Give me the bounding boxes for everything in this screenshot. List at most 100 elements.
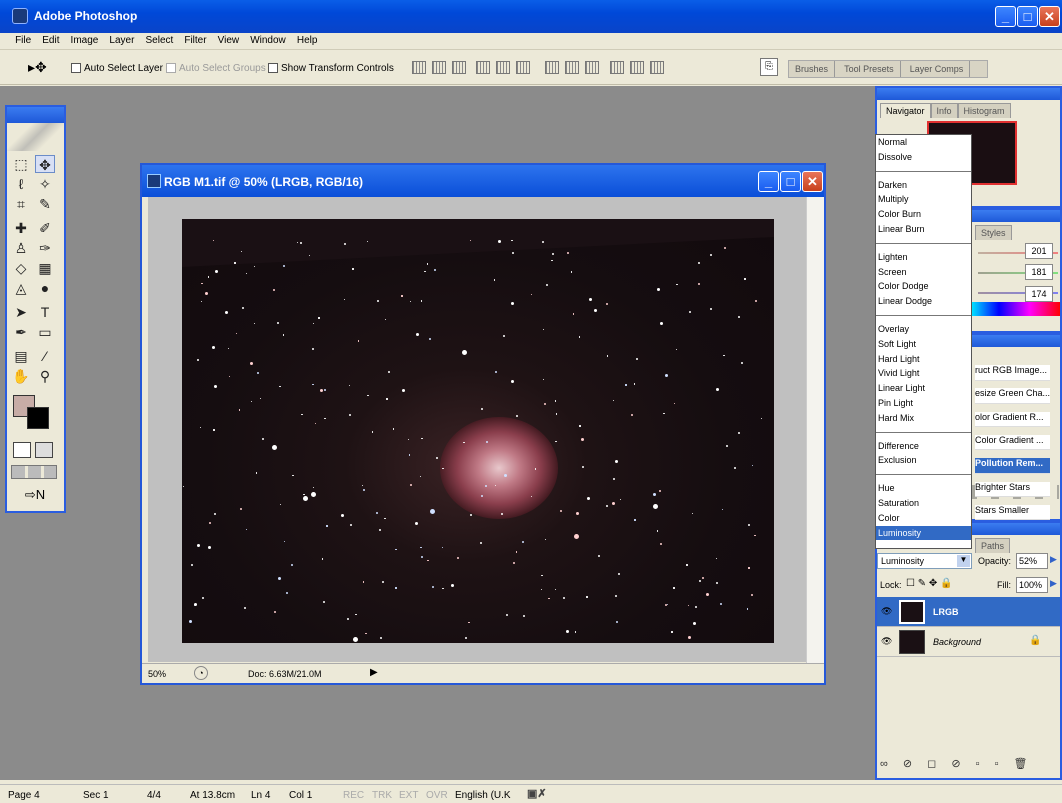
history-brush-icon[interactable]: ✑	[35, 239, 55, 257]
visibility-eye-icon[interactable]: 👁	[881, 636, 893, 646]
eyedropper-icon[interactable]: ⁄	[35, 347, 55, 365]
file-browser-icon[interactable]: ⎘	[760, 58, 778, 76]
distribute-vcenter-icon[interactable]	[565, 61, 579, 74]
blend-mode-option[interactable]: Multiply	[876, 192, 971, 207]
dodge-tool-icon[interactable]: ●	[35, 279, 55, 297]
blend-mode-option[interactable]: Screen	[876, 265, 971, 280]
history-state[interactable]: Brighter Stars	[975, 481, 1050, 497]
blend-mode-option[interactable]: Normal	[876, 135, 971, 150]
zoom-level[interactable]: 50%	[148, 669, 166, 679]
pen-tool-icon[interactable]: ✒	[11, 323, 31, 341]
blend-mode-option[interactable]: Linear Burn	[876, 222, 971, 237]
quick-mask-icon[interactable]	[35, 442, 53, 458]
magic-wand-icon[interactable]: ✧	[35, 175, 55, 193]
menu-view[interactable]: View	[214, 33, 244, 46]
layer-row-background[interactable]: 👁 Background 🔒	[877, 627, 1060, 657]
blend-mode-option[interactable]: Hard Light	[876, 352, 971, 367]
blend-mode-option[interactable]: Exclusion	[876, 453, 971, 468]
auto-select-groups-checkbox[interactable]: Auto Select Groups	[166, 63, 266, 74]
distribute-right-icon[interactable]	[650, 61, 664, 74]
tab-info[interactable]: Info	[930, 103, 958, 118]
green-value[interactable]: 181	[1025, 264, 1053, 280]
align-bottom-icon[interactable]	[452, 61, 466, 74]
close-button[interactable]: ✕	[1039, 6, 1060, 27]
blend-mode-option[interactable]: Color Burn	[876, 207, 971, 222]
layer-row-lrgb[interactable]: 👁 LRGB	[877, 597, 1060, 627]
layer-name[interactable]: LRGB	[933, 607, 959, 617]
distribute-bottom-icon[interactable]	[585, 61, 599, 74]
history-state[interactable]: ruct RGB Image...	[975, 365, 1050, 381]
distribute-hcenter-icon[interactable]	[630, 61, 644, 74]
history-state[interactable]: olor Gradient R...	[975, 411, 1050, 428]
status-ext[interactable]: EXT	[399, 790, 418, 801]
doc-minimize-button[interactable]: _	[758, 171, 779, 192]
blur-tool-icon[interactable]: ◬	[11, 279, 31, 297]
marquee-tool-icon[interactable]: ⬚	[11, 155, 31, 173]
menu-window[interactable]: Window	[246, 33, 290, 46]
layer-buttons[interactable]: ∞ ⊘ ◻ ⊘ ▫ ▫ 🗑	[880, 757, 1058, 771]
blend-mode-option[interactable]: Lighten	[876, 250, 971, 265]
brush-tool-icon[interactable]: ✐	[35, 219, 55, 237]
align-right-icon[interactable]	[516, 61, 530, 74]
blend-mode-option[interactable]: Linear Light	[876, 381, 971, 396]
move-tool-icon[interactable]: ▸✥	[28, 59, 47, 76]
blend-mode-option[interactable]: Pin Light	[876, 396, 971, 411]
layer-blend-mode-select[interactable]: Luminosity ▼	[877, 553, 972, 569]
blend-mode-option[interactable]: Color	[876, 511, 971, 526]
hand-tool-icon[interactable]: ✋	[11, 367, 31, 385]
blend-mode-option[interactable]: Hard Mix	[876, 411, 971, 426]
eraser-tool-icon[interactable]: ◇	[11, 259, 31, 277]
history-state[interactable]: esize Green Cha...	[975, 388, 1050, 404]
m1-astro-image[interactable]	[182, 219, 774, 643]
fill-field[interactable]: 100%	[1016, 577, 1048, 593]
tab-styles[interactable]: Styles	[975, 225, 1012, 240]
blend-mode-option[interactable]: Difference	[876, 439, 971, 454]
screen-mode-icons[interactable]	[11, 465, 57, 479]
menu-layer[interactable]: Layer	[105, 33, 138, 46]
menu-filter[interactable]: Filter	[180, 33, 210, 46]
maximize-button[interactable]: □	[1017, 6, 1038, 27]
blend-mode-option[interactable]: Soft Light	[876, 337, 971, 352]
slice-tool-icon[interactable]: ✎	[35, 195, 55, 213]
tab-paths[interactable]: Paths	[975, 538, 1011, 553]
background-color-swatch[interactable]	[27, 407, 49, 429]
minimize-button[interactable]: _	[995, 6, 1016, 27]
document-titlebar[interactable]: RGB M1.tif @ 50% (LRGB, RGB/16) _ □ ✕	[142, 165, 824, 197]
distribute-top-icon[interactable]	[545, 61, 559, 74]
history-state[interactable]: Stars Smaller	[975, 504, 1050, 521]
shape-tool-icon[interactable]: ▭	[35, 323, 55, 341]
type-tool-icon[interactable]: T	[35, 303, 55, 321]
zoom-tool-icon[interactable]: ⚲	[35, 367, 55, 385]
status-trk[interactable]: TRK	[372, 790, 392, 801]
blend-mode-option[interactable]: Vivid Light	[876, 366, 971, 381]
menu-edit[interactable]: Edit	[38, 33, 63, 46]
blend-mode-option[interactable]: Hue	[876, 481, 971, 496]
path-select-icon[interactable]: ➤	[11, 303, 31, 321]
well-tab-tool-presets[interactable]: Tool Presets	[838, 61, 901, 77]
tab-navigator[interactable]: Navigator	[880, 103, 931, 118]
standard-mode-icon[interactable]	[13, 442, 31, 458]
canvas-area[interactable]	[148, 197, 808, 662]
blend-mode-option[interactable]: Luminosity	[876, 525, 971, 541]
opacity-arrow-icon[interactable]: ▶	[1050, 554, 1057, 565]
lasso-tool-icon[interactable]: ℓ	[11, 175, 31, 193]
opacity-field[interactable]: 52%	[1016, 553, 1048, 569]
red-value[interactable]: 201	[1025, 243, 1053, 259]
menu-help[interactable]: Help	[293, 33, 322, 46]
gradient-tool-icon[interactable]: ▦	[35, 259, 55, 277]
fill-arrow-icon[interactable]: ▶	[1050, 578, 1057, 589]
doc-maximize-button[interactable]: □	[780, 171, 801, 192]
status-info-icon[interactable]: ◔	[194, 666, 208, 680]
spelling-check-icon[interactable]: ▣✗	[527, 787, 547, 800]
blend-mode-option[interactable]: Saturation	[876, 496, 971, 511]
status-menu-arrow-icon[interactable]: ▶	[370, 667, 378, 678]
align-vcenter-icon[interactable]	[432, 61, 446, 74]
well-tab-brushes[interactable]: Brushes	[789, 61, 836, 77]
tab-histogram[interactable]: Histogram	[957, 103, 1011, 118]
crop-tool-icon[interactable]: ⌗	[11, 195, 31, 213]
align-left-icon[interactable]	[476, 61, 490, 74]
blue-value[interactable]: 174	[1025, 286, 1053, 302]
align-top-icon[interactable]	[412, 61, 426, 74]
well-tab-layer-comps[interactable]: Layer Comps	[904, 61, 971, 77]
clone-stamp-icon[interactable]: ♙	[11, 239, 31, 257]
